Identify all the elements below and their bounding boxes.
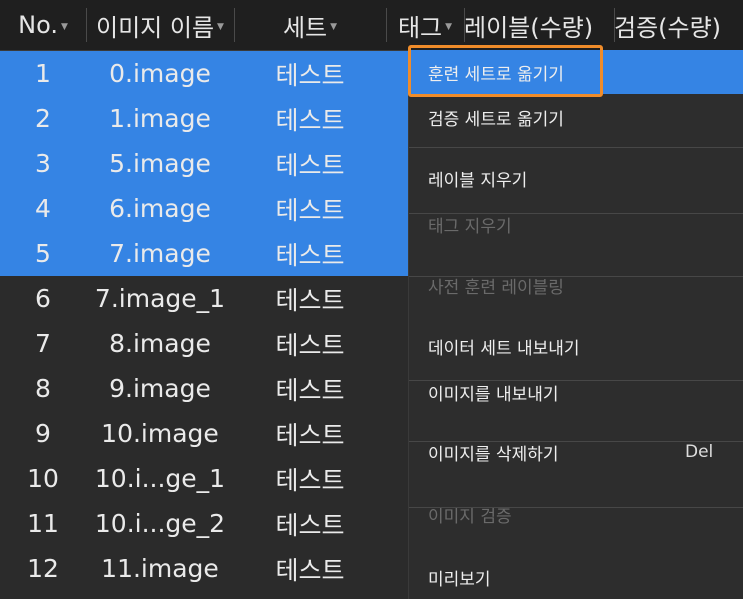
menu-separator xyxy=(409,147,743,148)
table-header: No. ▼ 이미지 이름 ▼ 세트 ▼ 태그 ▼ 레이블(수량) 검증(수량) xyxy=(0,0,743,51)
column-header-tag[interactable]: 태그 ▼ xyxy=(386,0,464,50)
cell-no: 9 xyxy=(35,419,51,448)
sort-caret-icon[interactable]: ▼ xyxy=(330,22,337,32)
menu-item-move-to-validation[interactable]: 검증 세트로 옮기기 xyxy=(409,95,743,139)
cell-no: 12 xyxy=(27,554,59,583)
menu-item-preview[interactable]: 미리보기 xyxy=(409,555,743,599)
menu-item-pretrain-labeling: 사전 훈련 레이블링 xyxy=(409,263,743,307)
column-header-verify-count[interactable]: 검증(수량) xyxy=(614,0,743,50)
sort-caret-icon[interactable]: ▼ xyxy=(61,22,68,32)
menu-item-delete-images[interactable]: 이미지를 삭제하기 Del xyxy=(409,430,743,474)
cell-set: 테스트 xyxy=(275,240,345,270)
cell-no: 3 xyxy=(35,149,51,178)
column-header-label: 이미지 이름 xyxy=(96,13,215,42)
column-header-image-name[interactable]: 이미지 이름 ▼ xyxy=(86,0,234,50)
cell-image-name: 11.image xyxy=(101,554,219,583)
column-header-label: No. xyxy=(18,11,58,39)
menu-separator xyxy=(409,213,743,214)
cell-no: 6 xyxy=(35,284,51,313)
sort-caret-icon[interactable]: ▼ xyxy=(445,22,452,32)
cell-no: 4 xyxy=(35,194,51,223)
cell-image-name: 0.image xyxy=(109,59,211,88)
column-header-set[interactable]: 세트 ▼ xyxy=(234,0,386,50)
menu-separator xyxy=(409,276,743,277)
cell-image-name: 10.i...ge_2 xyxy=(94,509,226,538)
cell-no: 1 xyxy=(35,59,51,88)
menu-item-clear-labels[interactable]: 레이블 지우기 xyxy=(409,156,743,200)
context-menu: 훈련 세트로 옮기기검증 세트로 옮기기레이블 지우기태그 지우기사전 훈련 레… xyxy=(408,50,743,599)
cell-image-name: 7.image xyxy=(109,239,211,268)
cell-set: 테스트 xyxy=(275,105,345,135)
column-header-no[interactable]: No. ▼ xyxy=(0,0,86,50)
menu-item-label: 미리보기 xyxy=(428,569,491,590)
cell-image-name: 5.image xyxy=(109,149,211,178)
menu-item-label: 레이블 지우기 xyxy=(428,170,528,191)
menu-item-export-dataset[interactable]: 데이터 세트 내보내기 xyxy=(409,324,743,368)
cell-no: 5 xyxy=(35,239,51,268)
menu-item-verify-image: 이미지 검증 xyxy=(409,492,743,536)
cell-set: 테스트 xyxy=(275,375,345,405)
cell-set: 테스트 xyxy=(275,330,345,360)
cell-no: 2 xyxy=(35,104,51,133)
menu-item-label: 이미지를 삭제하기 xyxy=(428,444,559,465)
cell-set: 테스트 xyxy=(275,285,345,315)
column-header-label: 세트 xyxy=(282,13,328,42)
cell-set: 테스트 xyxy=(275,195,345,225)
cell-image-name: 10.image xyxy=(101,419,219,448)
cell-no: 10 xyxy=(27,464,59,493)
menu-item-label: 검증 세트로 옮기기 xyxy=(428,109,564,130)
column-header-label: 검증(수량) xyxy=(614,13,722,42)
menu-separator xyxy=(409,380,743,381)
menu-item-label: 이미지 검증 xyxy=(428,506,512,527)
menu-item-label: 데이터 세트 내보내기 xyxy=(428,338,580,359)
menu-separator xyxy=(409,441,743,442)
menu-item-label: 이미지를 내보내기 xyxy=(428,384,559,405)
column-header-label: 태그 xyxy=(397,13,443,42)
cell-set: 테스트 xyxy=(275,465,345,495)
menu-item-shortcut: Del xyxy=(685,442,714,462)
cell-image-name: 9.image xyxy=(109,374,211,403)
menu-item-label: 훈련 세트로 옮기기 xyxy=(428,64,564,85)
cell-set: 테스트 xyxy=(275,510,345,540)
cell-no: 7 xyxy=(35,329,51,358)
cell-image-name: 8.image xyxy=(109,329,211,358)
cell-no: 8 xyxy=(35,374,51,403)
menu-item-clear-tags: 태그 지우기 xyxy=(409,202,743,246)
cell-set: 테스트 xyxy=(275,420,345,450)
column-header-label: 레이블(수량) xyxy=(464,13,594,42)
sort-caret-icon[interactable]: ▼ xyxy=(217,22,224,32)
cell-image-name: 6.image xyxy=(109,194,211,223)
cell-image-name: 10.i...ge_1 xyxy=(94,464,226,493)
menu-item-label: 태그 지우기 xyxy=(428,216,512,237)
cell-no: 11 xyxy=(27,509,59,538)
menu-item-export-images[interactable]: 이미지를 내보내기 xyxy=(409,370,743,414)
column-header-label-count[interactable]: 레이블(수량) xyxy=(464,0,614,50)
cell-image-name: 7.image_1 xyxy=(94,284,226,313)
menu-separator xyxy=(409,507,743,508)
menu-item-move-to-train[interactable]: 훈련 세트로 옮기기 xyxy=(409,50,743,94)
cell-set: 테스트 xyxy=(275,150,345,180)
cell-set: 테스트 xyxy=(275,555,345,585)
cell-image-name: 1.image xyxy=(109,104,211,133)
cell-set: 테스트 xyxy=(275,60,345,90)
